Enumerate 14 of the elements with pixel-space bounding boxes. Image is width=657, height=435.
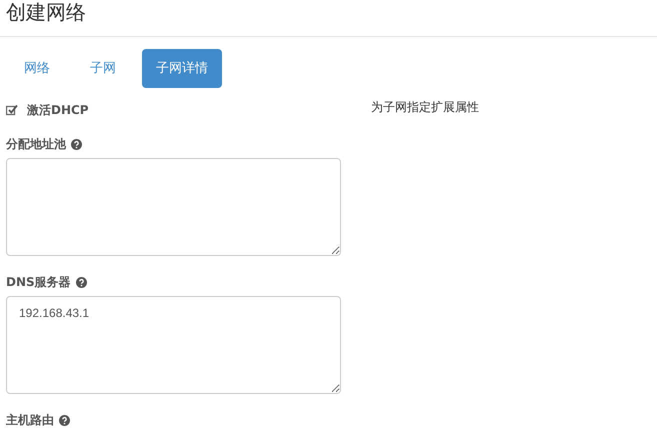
text-area[interactable]: 192.168.43.1: [6, 296, 341, 394]
field-label: 主机路由: [6, 412, 54, 428]
help-icon[interactable]: [76, 276, 87, 288]
help-icon[interactable]: [71, 138, 82, 150]
help-text: 为子网指定扩展属性: [371, 99, 479, 116]
field-label: DNS服务器: [6, 274, 71, 290]
checkbox[interactable]: [6, 104, 18, 116]
tab[interactable]: 子网: [76, 49, 130, 88]
checkbox-label: 激活DHCP: [27, 102, 89, 118]
field-label: 分配地址池: [6, 136, 66, 152]
tab[interactable]: 子网详情: [142, 49, 222, 88]
help-icon[interactable]: [59, 414, 70, 426]
page-title: 创建网络: [5, 0, 86, 26]
tab[interactable]: 网络: [10, 49, 64, 88]
